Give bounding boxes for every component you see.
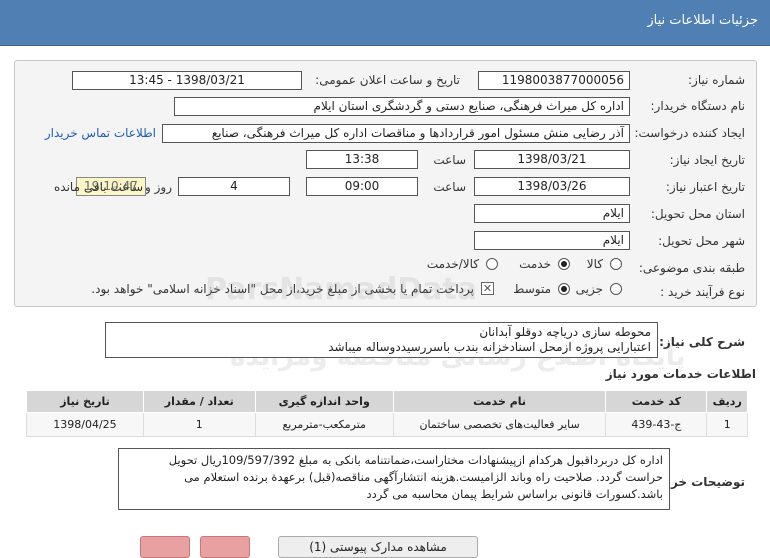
bottom-button-left-1[interactable] [140,536,190,558]
page-title: جزئیات اطلاعات نیاز [647,13,758,28]
purchase-radio-medium[interactable] [558,283,570,295]
cell-need-date: 1398/04/25 [26,412,144,437]
province-field: ایلام [474,204,630,223]
purchase-type-label: نوع فرآیند خرید : [660,285,745,299]
col-unit: واحد اندازه گیری [254,390,394,413]
validity-time-label: ساعت [433,180,466,194]
city-field: ایلام [474,231,630,250]
contact-info-link[interactable]: اطلاعات تماس خریدار [45,126,156,140]
category-label: طبقه بندی موضوعی: [638,261,745,275]
treasury-payment-note: پرداخت تمام یا بخشی از مبلغ خرید،از محل … [91,282,474,296]
need-number-field: 1198003877000056 [478,71,630,90]
validity-date-field: 1398/03/26 [474,177,630,196]
need-date-field: 1398/03/21 [474,150,630,169]
category-radio-goods[interactable] [610,258,622,270]
category-radio-goods-service[interactable] [486,258,498,270]
province-label: استان محل تحویل: [650,207,745,221]
treasury-payment-checkbox[interactable]: ✕ [481,282,494,295]
need-time-label: ساعت [433,153,466,167]
city-label: شهر محل تحویل: [658,234,745,248]
category-option-service: خدمت [519,257,551,271]
col-row-number: ردیف [706,390,748,413]
announce-datetime-field: 1398/03/21 - 13:45 [72,71,302,90]
page-header: جزئیات اطلاعات نیاز [0,0,770,46]
col-quantity: تعداد / مقدار [142,390,256,413]
explanations-line-1: اداره کل دربرداقبول هرکدام ازپیشنهادات م… [168,453,663,467]
buyer-org-field: اداره کل میراث فرهنگی، صنایع دستی و گردش… [174,97,630,116]
requester-field: آذر رضایی منش مسئول امور قراردادها و منا… [162,124,630,143]
need-time-field: 13:38 [306,150,418,169]
days-and-label: روز و [145,180,172,194]
bottom-button-left-2[interactable] [200,536,250,558]
need-date-label: تاریخ ایجاد نیاز: [669,153,745,167]
buyer-org-label: نام دستگاه خریدار: [650,99,746,113]
col-service-code: کد خدمت [605,390,708,413]
purchase-option-minor: جزیی [575,282,603,296]
general-desc-line-1: محوطه سازی دریاچه دوقلو آبدانان [479,325,651,339]
general-desc-line-2: اعتبارایی پروژه ازمحل اسنادخزانه بندب با… [328,340,651,354]
purchase-option-medium: متوسط [513,282,551,296]
need-number-label: شماره نیاز: [688,73,745,87]
category-option-goods: کالا [586,257,603,271]
table-row: 1 ج-43-439 سایر فعالیت‌های تخصصی ساختمان… [26,412,748,437]
cell-row-number: 1 [706,412,748,437]
category-radio-service[interactable] [558,258,570,270]
explanations-box: اداره کل دربرداقبول هرکدام ازپیشنهادات م… [118,448,670,510]
cell-service-name: سایر فعالیت‌های تخصصی ساختمان [392,412,607,437]
view-attachments-button[interactable]: مشاهده مدارک پیوستی (1) [278,536,478,558]
explanations-line-3: باشد.کسورات قانونی براساس شرایط پیمان مح… [366,487,663,501]
explanations-line-2: حراست گردد. صلاحیت راه وباند الزامیست.هز… [184,470,663,484]
days-remaining-field: 4 [178,177,290,196]
cell-service-code: ج-43-439 [605,412,708,437]
requester-label: ایجاد کننده درخواست: [634,126,745,140]
services-info-heading: اطلاعات خدمات مورد نیاز [605,367,756,381]
cell-quantity: 1 [142,412,256,437]
services-table-header: ردیف کد خدمت نام خدمت واحد اندازه گیری ت… [26,390,748,413]
category-option-goods-service: کالا/خدمت [426,257,479,271]
cell-unit: مترمکعب-مترمربع [254,412,394,437]
services-table: ردیف کد خدمت نام خدمت واحد اندازه گیری ت… [26,390,748,437]
validity-date-label: تاریخ اعتبار نیاز: [665,180,745,194]
general-desc-box: محوطه سازی دریاچه دوقلو آبدانان اعتبارای… [105,322,658,358]
general-desc-label: شرح کلی نیاز: [659,335,745,349]
remaining-time-label: ساعت باقی مانده [54,180,144,194]
col-need-date: تاریخ نیاز [26,390,144,413]
purchase-radio-minor[interactable] [610,283,622,295]
col-service-name: نام خدمت [392,390,607,413]
announce-datetime-label: تاریخ و ساعت اعلان عمومی: [315,73,460,87]
validity-time-field: 09:00 [306,177,418,196]
